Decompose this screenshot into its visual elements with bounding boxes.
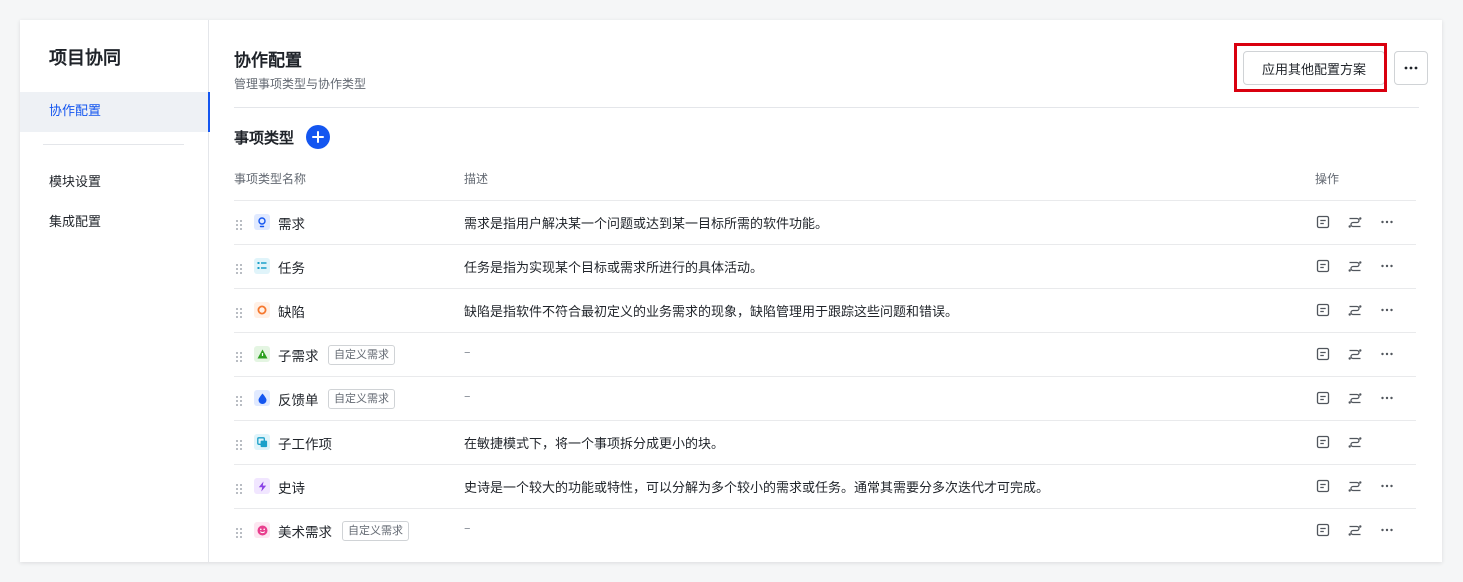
app-window: 项目协同 协作配置 模块设置 集成配置 协作配置 管理事项类型与协作类型 应用其… [20, 20, 1442, 562]
section-title: 事项类型 [234, 129, 295, 147]
item-type-description: 缺陷是指软件不符合最初定义的业务需求的现象，缺陷管理用于跟踪这些问题和错误。 [464, 305, 959, 320]
form-icon[interactable] [1315, 302, 1331, 318]
drop-icon [254, 390, 270, 406]
add-item-type-button[interactable] [306, 125, 330, 149]
custom-tag: 自定义需求 [342, 521, 409, 541]
sidebar-divider [43, 144, 184, 145]
drag-handle-icon[interactable] [235, 436, 243, 450]
apply-config-scheme-button[interactable]: 应用其他配置方案 [1243, 51, 1385, 85]
workflow-icon[interactable] [1347, 302, 1363, 318]
header-divider [234, 107, 1419, 108]
item-type-description: 需求是指用户解决某一个问题或达到某一目标所需的软件功能。 [464, 217, 829, 232]
item-type-name: 子工作项 [278, 437, 332, 453]
column-header-description: 描述 [464, 172, 489, 186]
sidebar-item-module-settings[interactable]: 模块设置 [20, 163, 209, 203]
sidebar-item-collab-config[interactable]: 协作配置 [20, 92, 210, 132]
item-type-name: 史诗 [278, 481, 305, 497]
table-row[interactable]: 美术需求 自定义需求 – [234, 508, 1416, 552]
main-content: 协作配置 管理事项类型与协作类型 应用其他配置方案 事项类型 事项类型名称 描述… [209, 20, 1442, 562]
form-icon[interactable] [1315, 346, 1331, 362]
item-type-description: – [464, 345, 471, 360]
form-icon[interactable] [1315, 214, 1331, 230]
more-horizontal-icon[interactable] [1379, 390, 1395, 406]
workflow-icon[interactable] [1347, 346, 1363, 362]
more-horizontal-icon[interactable] [1379, 258, 1395, 274]
drag-handle-icon[interactable] [235, 480, 243, 494]
form-icon[interactable] [1315, 390, 1331, 406]
column-header-actions: 操作 [1315, 172, 1340, 186]
table-row[interactable]: 史诗 史诗是一个较大的功能或特性，可以分解为多个较小的需求或任务。通常其需要分多次… [234, 464, 1416, 508]
table-row[interactable]: 需求 需求是指用户解决某一个问题或达到某一目标所需的软件功能。 [234, 200, 1416, 244]
page-title: 协作配置 [234, 51, 302, 71]
workflow-icon[interactable] [1347, 434, 1363, 450]
workflow-icon[interactable] [1347, 522, 1363, 538]
more-horizontal-icon[interactable] [1379, 346, 1395, 362]
more-horizontal-icon[interactable] [1379, 214, 1395, 230]
form-icon[interactable] [1315, 434, 1331, 450]
item-type-description: 在敏捷模式下，将一个事项拆分成更小的块。 [464, 437, 725, 452]
table-row[interactable]: 子工作项 在敏捷模式下，将一个事项拆分成更小的块。 [234, 420, 1416, 464]
form-icon[interactable] [1315, 478, 1331, 494]
triangle-icon [254, 346, 270, 362]
workflow-icon[interactable] [1347, 390, 1363, 406]
table-row[interactable]: 子需求 自定义需求 – [234, 332, 1416, 376]
custom-tag: 自定义需求 [328, 345, 395, 365]
sidebar: 项目协同 协作配置 模块设置 集成配置 [20, 20, 210, 562]
item-type-name: 缺陷 [278, 305, 305, 321]
plus-icon [312, 131, 324, 143]
lightbulb-icon [254, 214, 270, 230]
table-row[interactable]: 反馈单 自定义需求 – [234, 376, 1416, 420]
sidebar-item-integration-config[interactable]: 集成配置 [20, 203, 209, 243]
circle-icon [254, 302, 270, 318]
item-type-description: 任务是指为实现某个目标或需求所进行的具体活动。 [464, 261, 764, 276]
drag-handle-icon[interactable] [235, 216, 243, 230]
item-type-name: 任务 [278, 261, 305, 277]
column-header-name: 事项类型名称 [234, 172, 307, 186]
copy-icon [254, 434, 270, 450]
item-type-name: 子需求 [278, 349, 319, 365]
drag-handle-icon[interactable] [235, 524, 243, 538]
workflow-icon[interactable] [1347, 478, 1363, 494]
smile-icon [254, 522, 270, 538]
drag-handle-icon[interactable] [235, 260, 243, 274]
checklist-icon [254, 258, 270, 274]
app-title: 项目协同 [49, 48, 121, 69]
form-icon[interactable] [1315, 258, 1331, 274]
drag-handle-icon[interactable] [235, 304, 243, 318]
custom-tag: 自定义需求 [328, 389, 395, 409]
item-type-description: – [464, 521, 471, 536]
header-more-button[interactable] [1394, 51, 1428, 85]
table-row[interactable]: 缺陷 缺陷是指软件不符合最初定义的业务需求的现象，缺陷管理用于跟踪这些问题和错误。 [234, 288, 1416, 332]
item-type-name: 反馈单 [278, 393, 319, 409]
workflow-icon[interactable] [1347, 258, 1363, 274]
item-type-name: 需求 [278, 217, 305, 233]
table-row[interactable]: 任务 任务是指为实现某个目标或需求所进行的具体活动。 [234, 244, 1416, 288]
more-horizontal-icon [1404, 66, 1418, 70]
form-icon[interactable] [1315, 522, 1331, 538]
more-horizontal-icon[interactable] [1379, 522, 1395, 538]
item-type-description: 史诗是一个较大的功能或特性，可以分解为多个较小的需求或任务。通常其需要分多次迭代… [464, 481, 1050, 496]
item-type-description: – [464, 389, 471, 404]
more-horizontal-icon[interactable] [1379, 302, 1395, 318]
drag-handle-icon[interactable] [235, 392, 243, 406]
workflow-icon[interactable] [1347, 214, 1363, 230]
item-type-name: 美术需求 [278, 525, 332, 541]
page-subtitle: 管理事项类型与协作类型 [234, 77, 367, 91]
more-horizontal-icon[interactable] [1379, 478, 1395, 494]
drag-handle-icon[interactable] [235, 348, 243, 362]
lightning-icon [254, 478, 270, 494]
